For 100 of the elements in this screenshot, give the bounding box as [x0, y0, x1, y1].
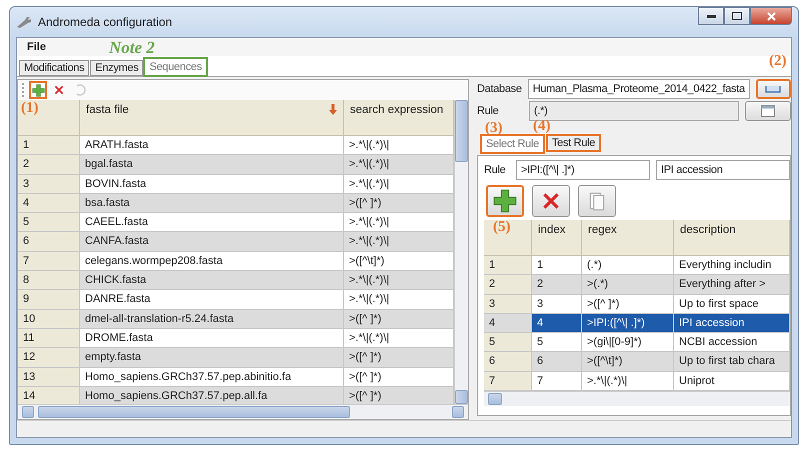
table-cell: >([^ ]*) — [344, 348, 454, 368]
table-cell: >.*\|(.*)\| — [344, 328, 454, 348]
row-number: 5 — [484, 333, 532, 352]
row-number: 4 — [18, 194, 80, 214]
table-cell: DANRE.fasta — [80, 290, 344, 310]
database-label: Database — [477, 83, 522, 95]
table-cell: dmel-all-translation-r5.24.fasta — [80, 310, 344, 329]
tab[interactable]: Test Rule — [546, 135, 600, 151]
row-number: 8 — [18, 271, 80, 290]
annotation-label: (3) — [485, 120, 502, 137]
row-number: 5 — [18, 213, 80, 232]
table-cell: >([^\t]*) — [344, 252, 454, 272]
table-cell: Everything includin — [674, 256, 790, 276]
table-cell: IPI accession — [674, 314, 790, 334]
row-number: 3 — [484, 294, 532, 314]
row-number: 11 — [18, 328, 80, 348]
annotation-label: (5) — [493, 219, 510, 236]
table-cell: NCBI accession — [674, 333, 790, 352]
add-button[interactable] — [29, 81, 47, 99]
table-cell: 1 — [532, 256, 582, 276]
table-icon — [761, 105, 775, 117]
plus-icon — [493, 189, 517, 213]
tab[interactable]: Select Rule — [481, 135, 544, 153]
vertical-scrollbar[interactable] — [454, 100, 468, 404]
sort-down-icon — [329, 104, 337, 115]
table-cell: CANFA.fasta — [80, 232, 344, 252]
close-icon — [53, 84, 65, 96]
row-number: 1 — [484, 256, 532, 276]
minimize-button[interactable] — [698, 7, 724, 25]
table-cell: 2 — [532, 275, 582, 295]
table-cell: CHICK.fasta — [80, 271, 344, 290]
table-cell: >([^ ]*) — [344, 368, 454, 387]
maximize-button[interactable] — [724, 7, 750, 25]
table-cell: 3 — [532, 294, 582, 314]
horizontal-scrollbar[interactable] — [484, 391, 790, 406]
table-cell: >([^\t]*) — [582, 352, 674, 372]
menu-item[interactable]: File — [23, 41, 50, 53]
table-cell: DROME.fasta — [80, 328, 344, 348]
open-button[interactable] — [745, 101, 791, 121]
table-cell: BOVIN.fasta — [80, 174, 344, 194]
table-cell: >.*\|(.*)\| — [344, 271, 454, 290]
row-number: 1 — [18, 136, 80, 156]
row-number: 6 — [484, 352, 532, 372]
table-cell: empty.fasta — [80, 348, 344, 368]
table-cell: >.*\|(.*)\| — [344, 290, 454, 310]
row-number: 7 — [484, 372, 532, 392]
row-number: 4 — [484, 314, 532, 334]
delete-button[interactable] — [532, 185, 570, 217]
column-header[interactable]: fasta file — [80, 100, 344, 136]
table-cell: >.*\|(.*)\| — [344, 174, 454, 194]
tab[interactable]: Modifications — [19, 60, 90, 76]
tab[interactable]: Sequences — [144, 58, 207, 76]
close-icon — [766, 12, 776, 20]
column-header[interactable]: index — [532, 220, 582, 256]
database-field[interactable]: Human_Plasma_Proteome_2014_0422_fasta — [528, 79, 750, 99]
regex-field[interactable]: >IPI:([^\| .]*) — [516, 160, 650, 180]
table-cell: ARATH.fasta — [80, 136, 344, 156]
horizontal-scrollbar[interactable] — [18, 404, 468, 419]
table-cell: bgal.fasta — [80, 155, 344, 175]
save-button[interactable] — [756, 79, 791, 99]
table-cell: 7 — [532, 372, 582, 392]
row-number: 10 — [18, 310, 80, 329]
table-cell: >([^ ]*) — [344, 194, 454, 214]
rule-label: Rule — [484, 164, 506, 176]
row-number: 7 — [18, 252, 80, 272]
table-cell: >([^ ]*) — [582, 294, 674, 314]
row-number: 2 — [18, 155, 80, 175]
description-field[interactable]: IPI accession — [656, 160, 790, 180]
column-header[interactable]: search expression — [344, 100, 454, 136]
table-cell: Up to first tab chara — [674, 352, 790, 372]
table-cell: (.*) — [582, 256, 674, 276]
table-cell: 4 — [532, 314, 582, 334]
table-cell: >.*\|(.*)\| — [582, 372, 674, 392]
table-cell: >.*\|(.*)\| — [344, 136, 454, 156]
row-number: 13 — [18, 368, 80, 387]
table-cell: >(gi\|[0-9]*) — [582, 333, 674, 352]
rule-field[interactable]: (.*) — [529, 101, 739, 121]
close-button[interactable] — [750, 7, 792, 25]
row-number: 6 — [18, 232, 80, 252]
corner-header — [18, 100, 80, 136]
corner-header — [484, 220, 532, 256]
maximize-icon — [732, 12, 742, 20]
column-header[interactable]: regex — [582, 220, 674, 256]
tab[interactable]: Enzymes — [90, 60, 144, 76]
add-button[interactable] — [486, 185, 524, 217]
annotation-label: (2) — [769, 53, 786, 70]
plus-icon — [32, 84, 44, 96]
row-number: 3 — [18, 174, 80, 194]
curl-icon — [74, 84, 86, 96]
table-cell: celegans.wormpep208.fasta — [80, 252, 344, 272]
column-header[interactable]: description — [674, 220, 790, 256]
minimize-icon — [706, 14, 716, 18]
table-cell: Up to first space — [674, 294, 790, 314]
table-cell: >.*\|(.*)\| — [344, 213, 454, 232]
annotation-label: (1) — [21, 100, 38, 117]
table-cell: 5 — [532, 333, 582, 352]
table-cell: Uniprot — [674, 372, 790, 392]
table-cell: >IPI:([^\| .]*) — [582, 314, 674, 334]
table-cell: >.*\|(.*)\| — [344, 232, 454, 252]
table-cell: Everything after > — [674, 275, 790, 295]
